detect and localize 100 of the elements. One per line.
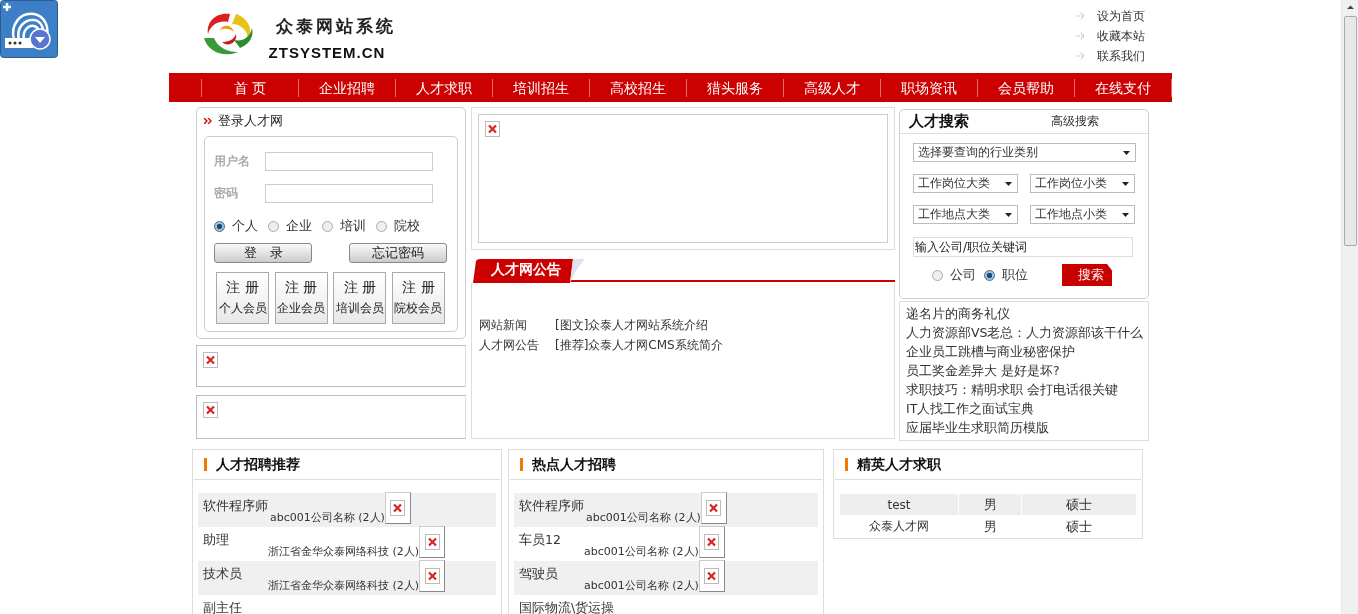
panel-title: 登录人才网 bbox=[218, 112, 283, 130]
broken-image-icon bbox=[704, 568, 720, 584]
radio-button[interactable] bbox=[214, 220, 225, 232]
section-title: 精英人才求职 bbox=[857, 455, 941, 474]
input-field[interactable] bbox=[265, 183, 433, 203]
job-title[interactable]: 软件程序师 bbox=[514, 493, 586, 527]
register-button[interactable]: 注 册 院校会员 bbox=[391, 272, 445, 324]
caret-icon bbox=[1122, 212, 1129, 217]
keyword-field[interactable]: 输入公司/职位关键词 bbox=[913, 237, 1133, 257]
radio-label: 企业 bbox=[286, 217, 312, 235]
company-name: 浙江省金华众泰网络科技 (2人) bbox=[268, 578, 420, 594]
caret-icon bbox=[1005, 212, 1012, 217]
scrollbar[interactable] bbox=[1341, 0, 1358, 614]
article-link[interactable]: 应届毕业生求职简历模版 bbox=[906, 418, 1148, 437]
dropdown[interactable]: 选择要查询的行业类别 bbox=[913, 143, 1136, 162]
company-name: 浙江省金华众泰网络科技 (2人) bbox=[268, 544, 420, 560]
input-field[interactable] bbox=[265, 151, 433, 171]
nav-item[interactable]: 职场资讯 bbox=[880, 78, 977, 97]
article-link[interactable]: 人力资源部VS老总：人力资源部该干什么 bbox=[906, 323, 1148, 342]
nav-item[interactable]: 首 页 bbox=[201, 78, 298, 97]
chevron-icon bbox=[204, 118, 213, 124]
app-widget-icon[interactable] bbox=[0, 0, 58, 58]
caret-icon bbox=[1005, 181, 1012, 186]
bar-icon bbox=[845, 458, 848, 471]
job-title[interactable]: 副主任 bbox=[198, 595, 268, 614]
nav-item[interactable]: 猎头服务 bbox=[686, 78, 783, 97]
top-link[interactable]: 联系我们 bbox=[1097, 47, 1145, 65]
top-link[interactable]: 设为首页 bbox=[1097, 7, 1145, 25]
broken-image-icon bbox=[424, 568, 440, 584]
dropdown[interactable]: 工作岗位大类 bbox=[913, 174, 1018, 193]
job-title[interactable]: 国际物流\货运操 bbox=[514, 595, 617, 614]
register-button[interactable]: 注 册 企业会员 bbox=[274, 272, 328, 324]
nav-item[interactable]: 在线支付 bbox=[1074, 78, 1171, 97]
section-title: 人才网公告 bbox=[491, 261, 561, 279]
company-name: abc001公司名称 (2人) bbox=[586, 510, 701, 526]
dropdown[interactable]: 工作地点小类 bbox=[1030, 205, 1135, 224]
section-title: 热点人才招聘 bbox=[532, 455, 616, 474]
nav-item[interactable]: 高级人才 bbox=[783, 78, 880, 97]
advanced-search-link[interactable]: 高级搜索 bbox=[1051, 113, 1099, 130]
nav-item[interactable]: 高校招生 bbox=[589, 78, 686, 97]
nav-item[interactable]: 企业招聘 bbox=[298, 78, 395, 97]
field-label: 用户名 bbox=[214, 152, 251, 170]
radio-button[interactable] bbox=[376, 220, 387, 232]
news-category: 网站新闻 bbox=[479, 316, 528, 334]
section-title: 人才招聘推荐 bbox=[216, 455, 300, 474]
arrow-icon bbox=[1075, 11, 1087, 21]
nav-item[interactable]: 人才求职 bbox=[395, 78, 492, 97]
scroll-thumb[interactable] bbox=[1343, 16, 1357, 246]
broken-image-icon bbox=[203, 352, 218, 368]
news-link[interactable]: [推荐]众泰人才网CMS系统简介 bbox=[555, 336, 723, 354]
job-title[interactable]: 驾驶员 bbox=[514, 561, 584, 595]
broken-image-icon bbox=[424, 534, 440, 550]
nav-item[interactable]: 会员帮助 bbox=[977, 78, 1074, 97]
arrow-icon bbox=[1075, 31, 1087, 41]
caret-icon bbox=[1122, 181, 1129, 186]
article-link[interactable]: 递名片的商务礼仪 bbox=[906, 304, 1148, 323]
news-category: 人才网公告 bbox=[479, 336, 540, 354]
article-link[interactable]: IT人找工作之面试宝典 bbox=[906, 399, 1148, 418]
register-button[interactable]: 注 册 个人会员 bbox=[216, 272, 269, 324]
broken-image-icon bbox=[704, 534, 720, 550]
radio-button[interactable] bbox=[322, 220, 333, 232]
radio-button[interactable] bbox=[984, 269, 995, 281]
panel-title: 人才搜索 bbox=[909, 112, 970, 131]
company-name: abc001公司名称 (2人) bbox=[584, 544, 699, 560]
job-title[interactable]: 技术员 bbox=[198, 561, 268, 595]
dropdown[interactable]: 工作岗位小类 bbox=[1030, 174, 1135, 193]
job-title[interactable]: 软件程序师 bbox=[198, 493, 270, 527]
login-button[interactable]: 登 录 bbox=[214, 243, 312, 263]
arrow-icon bbox=[1075, 51, 1087, 61]
news-link[interactable]: [图文]众泰人才网站系统介绍 bbox=[555, 316, 709, 334]
bar-icon bbox=[520, 458, 523, 471]
table-cell: 男 bbox=[958, 493, 1022, 516]
article-link[interactable]: 员工奖金差异大 是好是坏? bbox=[906, 361, 1148, 380]
table-cell: 硕士 bbox=[1021, 493, 1137, 516]
article-link[interactable]: 企业员工跳槽与商业秘密保护 bbox=[906, 342, 1148, 361]
radio-label: 培训 bbox=[340, 217, 366, 235]
company-name: abc001公司名称 (2人) bbox=[584, 578, 699, 594]
radio-label: 院校 bbox=[394, 217, 420, 235]
job-title[interactable]: 车员12 bbox=[514, 527, 584, 561]
radio-label: 个人 bbox=[232, 217, 258, 235]
job-title[interactable]: 助理 bbox=[198, 527, 268, 561]
forgot-password-button[interactable]: 忘记密码 bbox=[349, 243, 447, 263]
broken-image-icon bbox=[485, 121, 500, 137]
radio-button[interactable] bbox=[268, 220, 279, 232]
table-cell: test bbox=[839, 493, 959, 516]
search-button[interactable]: 搜索 bbox=[1062, 264, 1112, 286]
logo-title: 众泰网站系统 bbox=[276, 15, 396, 38]
register-button[interactable]: 注 册 培训会员 bbox=[333, 272, 387, 324]
dropdown[interactable]: 工作地点大类 bbox=[913, 205, 1018, 224]
caret-icon bbox=[1123, 150, 1130, 155]
radio-button[interactable] bbox=[932, 269, 943, 281]
broken-image-icon bbox=[706, 500, 722, 516]
broken-image-icon bbox=[390, 500, 406, 516]
nav-item[interactable]: 培训招生 bbox=[492, 78, 589, 97]
radio-label: 职位 bbox=[1002, 266, 1028, 284]
broken-image-icon bbox=[203, 402, 218, 418]
company-name: abc001公司名称 (2人) bbox=[270, 510, 385, 526]
field-label: 密码 bbox=[214, 184, 239, 202]
article-link[interactable]: 求职技巧：精明求职 会打电话很关键 bbox=[906, 380, 1148, 399]
top-link[interactable]: 收藏本站 bbox=[1097, 27, 1145, 45]
